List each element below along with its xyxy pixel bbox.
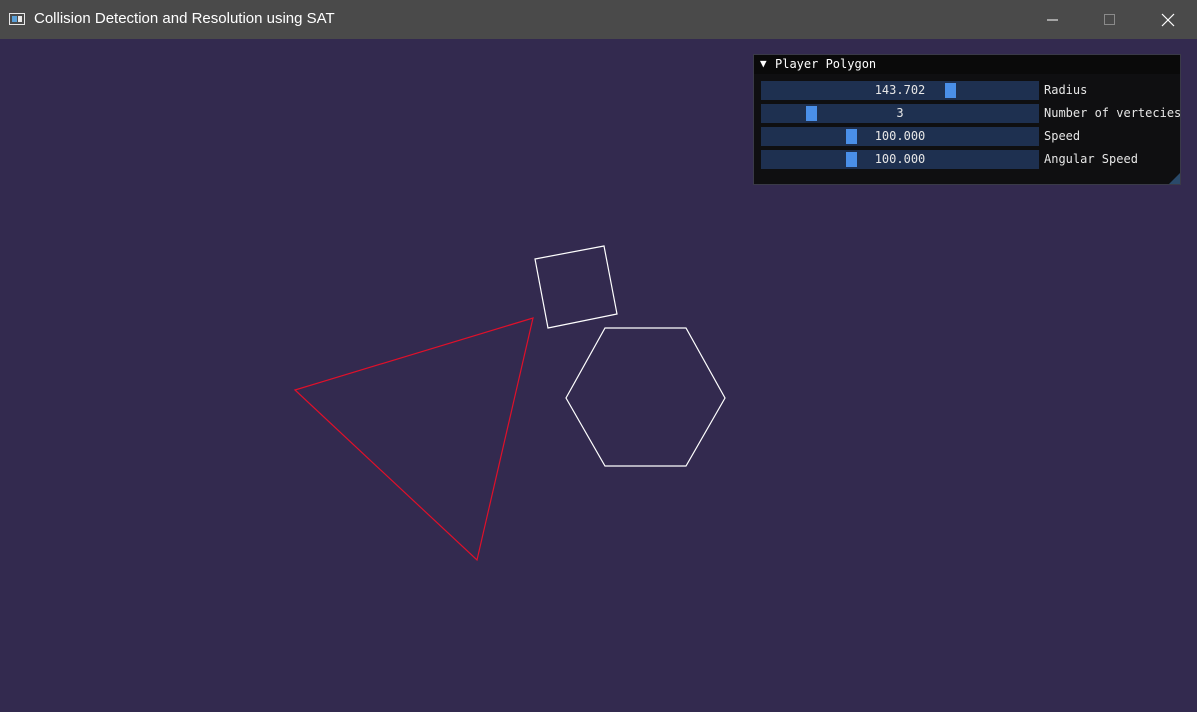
obstacle-square [534,245,618,329]
slider-label: Radius [1044,83,1088,97]
angular-speed-slider[interactable]: 100.000 [761,150,1039,169]
slider-value: 143.702 [874,83,926,97]
close-button[interactable] [1139,0,1197,39]
maximize-icon [1104,13,1115,25]
player-triangle[interactable] [293,317,534,562]
radius-slider[interactable]: 143.702 [761,81,1039,100]
slider-label: Number of vertecies [1044,106,1182,120]
slider-value: 100.000 [874,129,926,143]
obstacle-hexagon [565,327,726,467]
radius-row: 143.702 Radius [761,81,1176,100]
slider-label: Angular Speed [1044,152,1138,166]
title-bar: Collision Detection and Resolution using… [0,0,1197,39]
panel-title: Player Polygon [775,57,877,71]
triangle-down-icon[interactable]: ▼ [760,57,767,70]
speed-slider[interactable]: 100.000 [761,127,1039,146]
resize-grip[interactable] [1169,173,1180,184]
minimize-button[interactable] [1024,0,1082,39]
vertices-slider[interactable]: 3 [761,104,1039,123]
slider-label: Speed [1044,129,1081,143]
vertices-row: 3 Number of vertecies [761,104,1181,123]
panel-header[interactable]: ▼ Player Polygon [754,55,1180,74]
close-icon [1161,13,1175,26]
app-window-icon [9,13,25,25]
slider-value: 100.000 [874,152,926,166]
window-title: Collision Detection and Resolution using… [34,10,335,27]
maximize-button[interactable] [1081,0,1139,39]
angular-speed-row: 100.000 Angular Speed [761,150,1176,169]
minimize-icon [1047,19,1058,20]
slider-value: 3 [896,106,904,120]
speed-row: 100.000 Speed [761,127,1176,146]
player-polygon-panel[interactable]: ▼ Player Polygon 143.702 Radius 3 Number… [753,54,1181,185]
